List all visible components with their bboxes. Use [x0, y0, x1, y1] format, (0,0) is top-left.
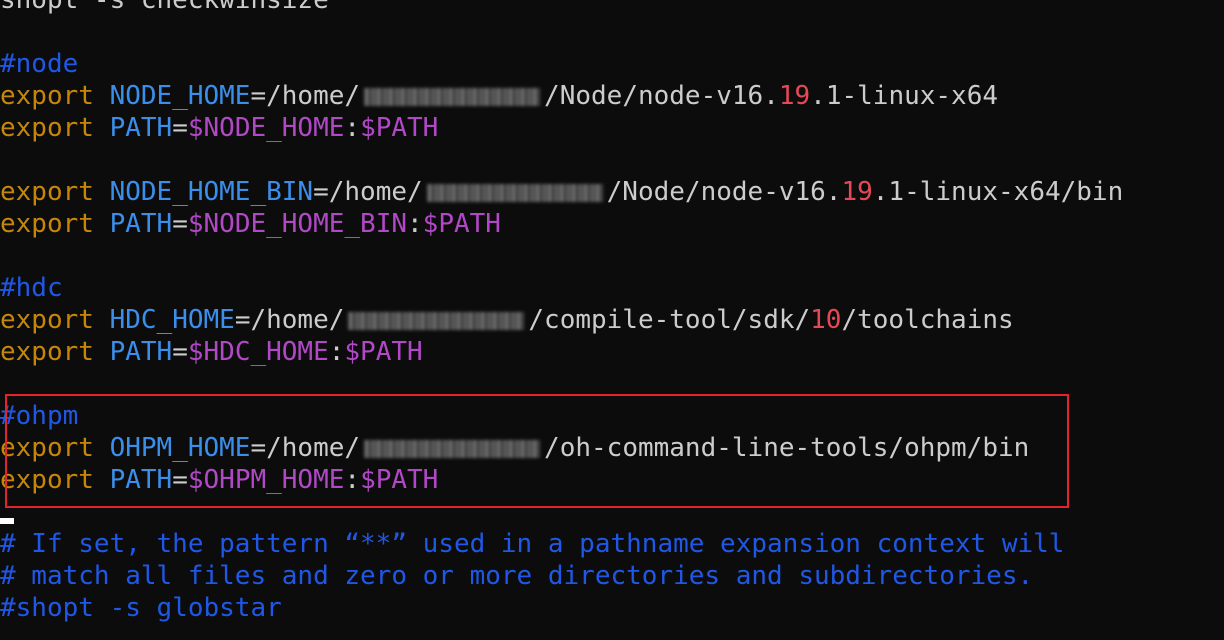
code-token-white: :	[407, 209, 423, 239]
code-token-num: 19	[841, 177, 873, 207]
code-token-white: =/home/	[313, 177, 423, 207]
terminal-line: export HDC_HOME=/home/[redacted]/compile…	[0, 304, 1224, 336]
code-token-kw: export	[0, 433, 110, 463]
code-token-white: :	[344, 465, 361, 495]
code-token-white: /toolchains	[841, 305, 1014, 335]
terminal-line: shopt -s checkwinsize	[0, 0, 1224, 16]
code-token-var: PATH	[109, 337, 173, 367]
terminal-line: #hdc	[0, 272, 1224, 304]
terminal-line: export PATH=$NODE_HOME:$PATH	[0, 112, 1224, 144]
redacted-username: [redacted]	[348, 311, 525, 330]
code-token-var: PATH	[109, 209, 173, 239]
code-token-ref: $NODE_HOME_BIN	[187, 209, 408, 239]
terminal-line: # match all files and zero or more direc…	[0, 560, 1224, 592]
code-token-kw: export	[0, 177, 110, 207]
terminal-line: #ohpm	[0, 400, 1224, 432]
code-token-var: PATH	[109, 465, 173, 495]
redacted-username: [redacted]	[426, 183, 603, 202]
code-token-ref: $OHPM_HOME	[187, 465, 345, 495]
code-token-comment: # match all files and zero or more direc…	[0, 561, 1034, 591]
terminal-line: export PATH=$HDC_HOME:$PATH	[0, 336, 1224, 368]
code-token-white: =/home/	[250, 81, 361, 111]
code-token-white: :	[328, 337, 345, 367]
redacted-username: [redacted]	[364, 439, 541, 458]
code-token-white: =/home/	[234, 305, 345, 335]
code-token-comment: #shopt -s globstar	[0, 593, 282, 623]
code-token-var: PATH	[109, 113, 173, 143]
code-token-white: /Node/node-v16.	[606, 177, 842, 207]
code-token-white: .1-linux-x64/bin	[872, 177, 1124, 207]
code-token-var: OHPM_HOME	[109, 433, 251, 463]
code-token-comment: #hdc	[0, 273, 63, 303]
code-token-kw: export	[0, 305, 110, 335]
code-token-kw: export	[0, 209, 110, 239]
code-token-ref: $NODE_HOME	[187, 113, 345, 143]
text-cursor	[0, 518, 14, 524]
code-token-white: =/home/	[250, 433, 361, 463]
code-token-num: 10	[810, 305, 842, 335]
terminal-line: export PATH=$OHPM_HOME:$PATH	[0, 464, 1224, 496]
code-token-ref: $PATH	[360, 465, 439, 495]
code-token-white: /compile-tool/sdk/	[528, 305, 811, 335]
terminal-line: export OHPM_HOME=/home/[redacted]/oh-com…	[0, 432, 1224, 464]
terminal-line: export NODE_HOME=/home/[redacted]/Node/n…	[0, 80, 1224, 112]
code-token-var: NODE_HOME_BIN	[109, 177, 314, 207]
code-token-white: /oh-command-line-tools/ohpm/bin	[544, 433, 1030, 463]
code-token-ref: $PATH	[344, 337, 423, 367]
code-token-white: =	[172, 209, 188, 239]
code-token-kw: export	[0, 465, 110, 495]
code-token-kw: export	[0, 81, 110, 111]
code-token-kw: export	[0, 337, 110, 367]
redacted-username: [redacted]	[364, 87, 541, 106]
terminal-line: #shopt -s globstar	[0, 592, 1224, 624]
code-token-comment: # If set, the pattern “**” used in a pat…	[0, 529, 1065, 559]
code-token-ref: $PATH	[422, 209, 501, 239]
code-token-white: .1-linux-x64	[810, 81, 999, 111]
code-token-ref: $PATH	[360, 113, 439, 143]
code-token-var: HDC_HOME	[109, 305, 235, 335]
code-token-white: =	[172, 337, 188, 367]
terminal-line: export NODE_HOME_BIN=/home/[redacted]/No…	[0, 176, 1224, 208]
terminal-line: #node	[0, 48, 1224, 80]
code-token-white: shopt -s checkwinsize	[0, 0, 329, 15]
code-token-white: /Node/node-v16.	[544, 81, 779, 111]
terminal-editor[interactable]: shopt -s checkwinsize #node export NODE_HO…	[0, 0, 1224, 624]
code-token-comment: #ohpm	[0, 401, 79, 431]
code-token-num: 19	[778, 81, 811, 111]
code-token-comment: #node	[0, 49, 79, 79]
code-token-white: :	[344, 113, 361, 143]
code-token-ref: $HDC_HOME	[187, 337, 329, 367]
terminal-line: export PATH=$NODE_HOME_BIN:$PATH	[0, 208, 1224, 240]
code-token-var: NODE_HOME	[109, 81, 251, 111]
code-token-white: =	[172, 465, 188, 495]
code-token-kw: export	[0, 113, 110, 143]
terminal-line: # If set, the pattern “**” used in a pat…	[0, 528, 1224, 560]
code-token-white: =	[172, 113, 188, 143]
